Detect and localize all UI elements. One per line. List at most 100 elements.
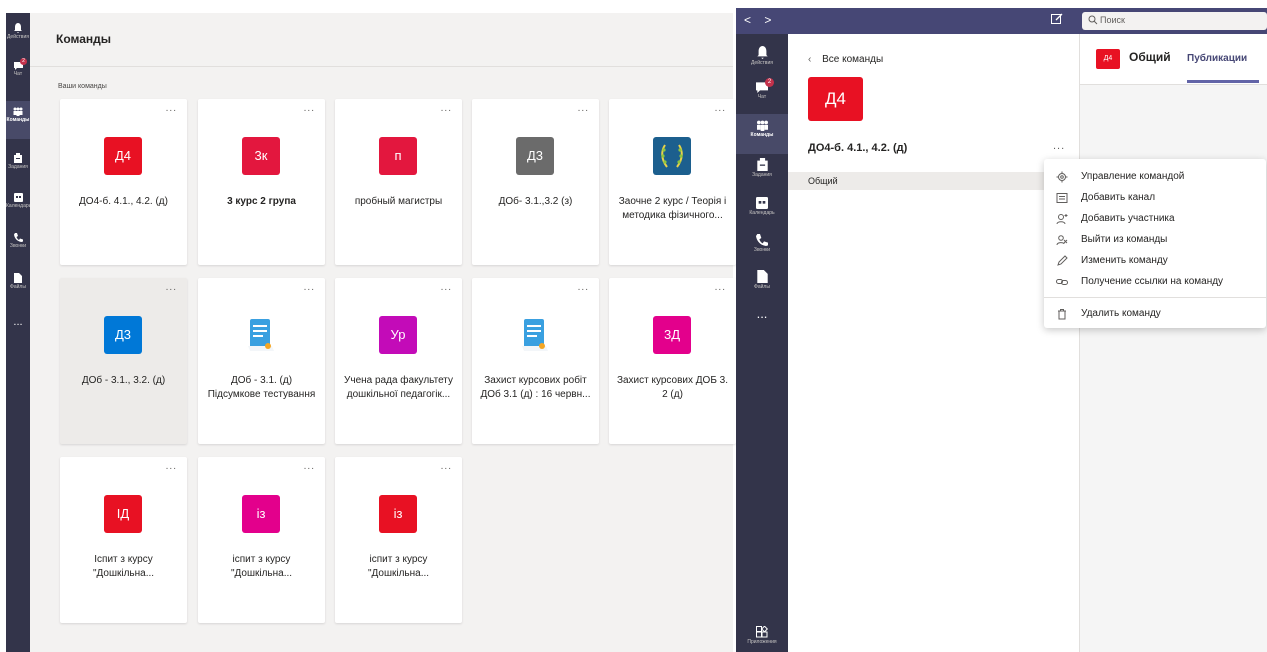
- compose-button[interactable]: [1051, 13, 1063, 28]
- team-card[interactable]: ... Д3 ДОб- 3.1.,3.2 (з): [472, 99, 599, 265]
- team-card[interactable]: ... 3к 3 курс 2 група: [198, 99, 325, 265]
- rail-item-apps[interactable]: Приложения: [736, 626, 788, 650]
- team-more-button[interactable]: ...: [578, 103, 589, 114]
- menu-item-label: Добавить канал: [1081, 192, 1156, 203]
- rail-label: Чат: [757, 94, 767, 100]
- menu-item-delete-team[interactable]: Удалить команду: [1044, 304, 1266, 324]
- tab-posts[interactable]: Публикации: [1187, 53, 1247, 64]
- team-more-button[interactable]: ...: [1053, 140, 1065, 152]
- channel-content: Д4 Общий Публикации: [1079, 34, 1267, 652]
- team-card[interactable]: ... 3Д Захист курсових ДОБ 3. 2 (д): [609, 278, 736, 444]
- trash-icon: [1058, 309, 1066, 320]
- team-more-button[interactable]: ...: [441, 461, 452, 472]
- scroll-document-icon: [242, 316, 280, 354]
- rail-item-chat[interactable]: 2 Чат: [736, 78, 788, 109]
- rail-label: Звонки: [753, 247, 771, 253]
- team-more-button[interactable]: ...: [304, 103, 315, 114]
- team-name: ДОб - 3.1. (д) Підсумкове тестування: [207, 375, 316, 400]
- page-header: Команды: [30, 13, 733, 67]
- forward-button[interactable]: >: [764, 13, 771, 27]
- rail-label: Задания: [752, 172, 772, 178]
- rail-item-calls[interactable]: Звонки: [736, 234, 788, 262]
- search-placeholder: Поиск: [1100, 15, 1125, 25]
- menu-item-edit-team[interactable]: Изменить команду: [1044, 251, 1266, 271]
- team-card[interactable]: ... Заочне 2 курс / Теорія і методика фі…: [609, 99, 736, 265]
- rail-item-calls[interactable]: Звонки: [6, 233, 30, 259]
- teams-icon: [756, 120, 768, 131]
- team-card[interactable]: ... ІД Іспит з курсу "Дошкільна...: [60, 457, 187, 623]
- rail-item-chat[interactable]: 2 Чат: [6, 58, 30, 87]
- teams-page: Команды Ваши команды ... Д4 ДО4-б. 4.1.,…: [30, 13, 736, 652]
- team-more-button[interactable]: ...: [441, 103, 452, 114]
- rail-item-activity[interactable]: Действия: [736, 46, 788, 74]
- search-box[interactable]: Поиск: [1082, 12, 1267, 30]
- team-avatar: Д3: [516, 137, 554, 175]
- page-title: Команды: [56, 32, 112, 46]
- menu-item-leave-team[interactable]: Выйти из команды: [1044, 230, 1266, 250]
- rail-label: Звонки: [9, 243, 27, 249]
- team-card[interactable]: ... Захист курсових робіт ДОб 3.1 (д) : …: [472, 278, 599, 444]
- rail-item-assignments[interactable]: Задания: [6, 153, 30, 179]
- team-card[interactable]: ... із іспит з курсу "Дошкільна...: [198, 457, 325, 623]
- history-nav: < >: [744, 13, 781, 27]
- app-rail: Действия 2 Чат Команды Задания Календарь…: [736, 34, 788, 652]
- team-card[interactable]: ... Д4 ДО4-б. 4.1., 4.2. (д): [60, 99, 187, 265]
- rail-label: Календарь: [749, 210, 775, 216]
- back-button[interactable]: <: [744, 13, 751, 27]
- team-more-button[interactable]: ...: [304, 282, 315, 293]
- channel-label: Общий: [808, 176, 838, 186]
- rail-item-assignments[interactable]: Задания: [736, 158, 788, 186]
- team-more-button[interactable]: ...: [715, 103, 726, 114]
- menu-item-label: Управление командой: [1081, 171, 1185, 182]
- team-more-button[interactable]: ...: [304, 461, 315, 472]
- rail-item-calendar[interactable]: Календарь: [736, 197, 788, 225]
- team-card[interactable]: ... Д3 ДОб - 3.1., 3.2. (д): [60, 278, 187, 444]
- calendar-icon: [13, 193, 23, 202]
- team-more-button[interactable]: ...: [166, 282, 177, 293]
- app-rail: Действия 2 Чат Команды Задания Календарь…: [6, 13, 31, 652]
- menu-item-manage-team[interactable]: Управление командой: [1044, 167, 1266, 187]
- team-more-button[interactable]: ...: [166, 103, 177, 114]
- phone-icon: [756, 234, 768, 246]
- team-avatar: 3к: [242, 137, 280, 175]
- team-name: Заочне 2 курс / Теорія і методика фізичн…: [618, 196, 727, 221]
- team-more-button[interactable]: ...: [578, 282, 589, 293]
- channel-item-general[interactable]: Общий: [788, 172, 1079, 190]
- title-bar: < > Поиск: [736, 8, 1267, 34]
- team-avatar: із: [379, 495, 417, 533]
- rail-item-teams[interactable]: Команды: [736, 114, 788, 154]
- team-more-button[interactable]: ...: [166, 461, 177, 472]
- rail-label: Файлы: [754, 284, 770, 290]
- add-person-icon: [1056, 214, 1068, 225]
- menu-item-label: Изменить команду: [1081, 255, 1168, 266]
- menu-item-get-link[interactable]: Получение ссылки на команду: [1044, 272, 1266, 292]
- menu-item-add-member[interactable]: Добавить участника: [1044, 209, 1266, 229]
- team-name: Захист курсових ДОБ 3. 2 (д): [616, 375, 729, 400]
- all-teams-link[interactable]: ‹ Все команды: [808, 54, 883, 65]
- rail-label: Приложения: [747, 639, 777, 645]
- pencil-icon: [1057, 255, 1068, 266]
- menu-item-add-channel[interactable]: Добавить канал: [1044, 188, 1266, 208]
- rail-item-files[interactable]: Файлы: [736, 270, 788, 298]
- team-card[interactable]: ... із іспит з курсу "Дошкільна...: [335, 457, 462, 623]
- team-more-button[interactable]: ...: [715, 282, 726, 293]
- teams-icon: [13, 107, 23, 116]
- rail-more-button[interactable]: ...: [6, 316, 30, 330]
- rail-item-activity[interactable]: Действия: [6, 23, 30, 49]
- team-avatar: Д3: [104, 316, 142, 354]
- rail-item-files[interactable]: Файлы: [6, 273, 30, 299]
- rail-more-button[interactable]: ...: [736, 306, 788, 322]
- team-avatar: п: [379, 137, 417, 175]
- team-card[interactable]: ... Ур Учена рада факультету дошкільної …: [335, 278, 462, 444]
- assignments-icon: [14, 153, 22, 163]
- team-more-button[interactable]: ...: [441, 282, 452, 293]
- rail-label: Файлы: [10, 284, 26, 290]
- rail-item-calendar[interactable]: Календарь: [6, 193, 31, 219]
- team-card[interactable]: ... п пробный магистры: [335, 99, 462, 265]
- rail-item-teams[interactable]: Команды: [6, 101, 30, 139]
- team-card[interactable]: ... ДОб - 3.1. (д) Підсумкове тестування: [198, 278, 325, 444]
- unread-badge: 2: [20, 58, 27, 65]
- rail-label: Действия: [7, 34, 29, 40]
- channel-header: Д4 Общий Публикации: [1080, 34, 1267, 85]
- apps-icon: [756, 626, 768, 638]
